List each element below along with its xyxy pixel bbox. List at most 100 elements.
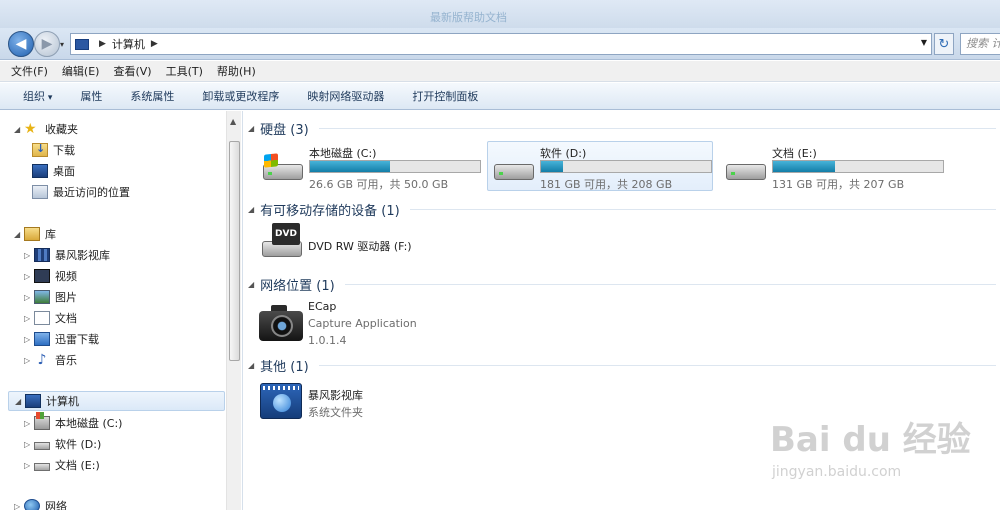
nav-favorites[interactable]: ◢ ★ 收藏夹 [14, 119, 78, 139]
collapse-arrow-icon[interactable]: ▷ [24, 272, 34, 281]
back-button[interactable]: ◀ [8, 31, 34, 57]
menu-file[interactable]: 文件(F) [11, 63, 48, 79]
download-library-icon [34, 332, 50, 346]
group-collapse-icon[interactable]: ◢ [248, 280, 254, 289]
nav-scrollbar[interactable]: ▲ [226, 111, 241, 510]
group-hard-drives[interactable]: ◢ 硬盘 (3) [248, 119, 996, 138]
collapse-arrow-icon[interactable]: ▷ [24, 335, 34, 344]
nav-item-videos[interactable]: ▷ 视频 [24, 266, 77, 286]
nav-computer[interactable]: ◢ 计算机 [8, 391, 225, 411]
other-item-description: 系统文件夹 [308, 406, 363, 419]
divider [409, 209, 996, 210]
nav-item-xunlei[interactable]: ▷ 迅雷下载 [24, 329, 99, 349]
network-location-description: Capture Application [308, 317, 417, 330]
chevron-right-icon[interactable]: ▶ [99, 39, 106, 49]
nav-item-desktop[interactable]: 桌面 [32, 161, 75, 181]
other-item-name[interactable]: 暴风影视库 [308, 387, 363, 403]
nav-label: 桌面 [53, 165, 75, 178]
refresh-icon[interactable]: ↻ [934, 33, 954, 55]
collapse-arrow-icon[interactable]: ▷ [24, 314, 34, 323]
nav-label: 文档 (E:) [55, 459, 100, 472]
nav-item-pictures[interactable]: ▷ 图片 [24, 287, 77, 307]
divider [344, 284, 996, 285]
nav-libraries[interactable]: ◢ 库 [14, 224, 56, 244]
collapse-arrow-icon[interactable]: ▷ [24, 461, 34, 470]
group-title: 其他 (1) [260, 360, 309, 375]
nav-label: 软件 (D:) [55, 438, 102, 451]
dvd-drive-name[interactable]: DVD RW 驱动器 (F:) [308, 238, 412, 254]
drive-name: 软件 (D:) [540, 147, 587, 160]
drive-icon [34, 442, 50, 450]
drive-usage-fill [773, 161, 836, 172]
collapse-arrow-icon[interactable]: ▷ [24, 440, 34, 449]
group-collapse-icon[interactable]: ◢ [248, 205, 254, 214]
drive-usage-fill [541, 161, 564, 172]
music-icon: ♪ [37, 352, 47, 368]
group-title: 有可移动存储的设备 (1) [260, 204, 400, 219]
menu-view[interactable]: 查看(V) [113, 63, 151, 79]
group-collapse-icon[interactable]: ◢ [248, 124, 254, 133]
address-bar-area: ◀ ▶ ▾ ▶ 计算机 ▶ ▼ ↻ 搜索 计 [0, 28, 1000, 60]
nav-label: 视频 [55, 270, 77, 283]
drive-tile-d[interactable]: 软件 (D:) 181 GB 可用，共 208 GB [487, 141, 713, 191]
forward-button[interactable]: ▶ [34, 31, 60, 57]
group-title: 硬盘 (3) [260, 123, 309, 138]
properties-button[interactable]: 属性 [80, 88, 102, 104]
divider [318, 128, 996, 129]
nav-item-drive-d[interactable]: ▷ 软件 (D:) [24, 434, 101, 454]
collapse-arrow-icon[interactable]: ▷ [24, 293, 34, 302]
breadcrumb-computer[interactable]: 计算机 [112, 36, 145, 52]
nav-item-drive-e[interactable]: ▷ 文档 (E:) [24, 455, 100, 475]
nav-label: 图片 [55, 291, 77, 304]
uninstall-program-button[interactable]: 卸载或更改程序 [202, 88, 279, 104]
organize-button[interactable]: 组织 [23, 88, 52, 104]
collapse-arrow-icon[interactable]: ▷ [24, 251, 34, 260]
nav-network[interactable]: ▷ 网络 [14, 496, 67, 510]
nav-label: 收藏夹 [45, 123, 78, 136]
command-bar: 组织 属性 系统属性 卸载或更改程序 映射网络驱动器 打开控制面板 [0, 83, 1000, 110]
collapse-arrow-icon[interactable]: ▷ [24, 419, 34, 428]
nav-label: 最近访问的位置 [53, 186, 130, 199]
expand-arrow-icon[interactable]: ◢ [14, 125, 24, 134]
group-other[interactable]: ◢ 其他 (1) [248, 356, 996, 375]
map-network-drive-button[interactable]: 映射网络驱动器 [307, 88, 384, 104]
group-removable[interactable]: ◢ 有可移动存储的设备 (1) [248, 200, 996, 219]
collapse-arrow-icon[interactable]: ▷ [24, 356, 34, 365]
network-location-name[interactable]: ECap [308, 300, 336, 313]
camera-icon[interactable] [259, 305, 303, 341]
scroll-up-icon[interactable]: ▲ [230, 117, 236, 126]
network-location-version: 1.0.1.4 [308, 334, 347, 347]
scrollbar-thumb[interactable] [229, 141, 240, 361]
nav-item-documents[interactable]: ▷ 文档 [24, 308, 77, 328]
nav-item-downloads[interactable]: 下载 [32, 140, 75, 160]
nav-item-baofeng[interactable]: ▷ 暴风影视库 [24, 245, 110, 265]
video-icon [34, 269, 50, 283]
media-library-icon[interactable] [260, 383, 302, 419]
collapse-arrow-icon[interactable]: ▷ [14, 502, 24, 510]
group-network-locations[interactable]: ◢ 网络位置 (1) [248, 275, 996, 294]
address-input[interactable]: ▶ 计算机 ▶ ▼ [70, 33, 932, 55]
drive-tile-e[interactable]: 文档 (E:) 131 GB 可用，共 207 GB [719, 141, 945, 191]
address-dropdown-icon[interactable]: ▼ [921, 38, 927, 47]
drive-usage-bar [772, 160, 944, 173]
expand-arrow-icon[interactable]: ◢ [14, 230, 24, 239]
history-dropdown-icon[interactable]: ▾ [60, 40, 64, 49]
menu-help[interactable]: 帮助(H) [217, 63, 256, 79]
group-collapse-icon[interactable]: ◢ [248, 361, 254, 370]
drive-tile-c[interactable]: 本地磁盘 (C:) 26.6 GB 可用，共 50.0 GB [256, 141, 482, 191]
nav-item-recent[interactable]: 最近访问的位置 [32, 182, 130, 202]
menu-tools[interactable]: 工具(T) [166, 63, 203, 79]
baidu-watermark: Bai du 经验 jingyan.baidu.com [770, 400, 995, 490]
system-properties-button[interactable]: 系统属性 [130, 88, 174, 104]
open-control-panel-button[interactable]: 打开控制面板 [412, 88, 478, 104]
media-library-icon [34, 248, 50, 262]
nav-item-music[interactable]: ▷ ♪ 音乐 [24, 350, 77, 370]
nav-label: 音乐 [55, 354, 77, 367]
nav-item-drive-c[interactable]: ▷ 本地磁盘 (C:) [24, 412, 122, 433]
menu-edit[interactable]: 编辑(E) [62, 63, 100, 79]
search-input[interactable]: 搜索 计 [960, 33, 1000, 55]
dvd-drive-icon[interactable]: DVD [262, 223, 302, 263]
system-drive-icon [263, 153, 303, 180]
expand-arrow-icon[interactable]: ◢ [15, 397, 25, 406]
chevron-right-icon[interactable]: ▶ [151, 39, 158, 49]
